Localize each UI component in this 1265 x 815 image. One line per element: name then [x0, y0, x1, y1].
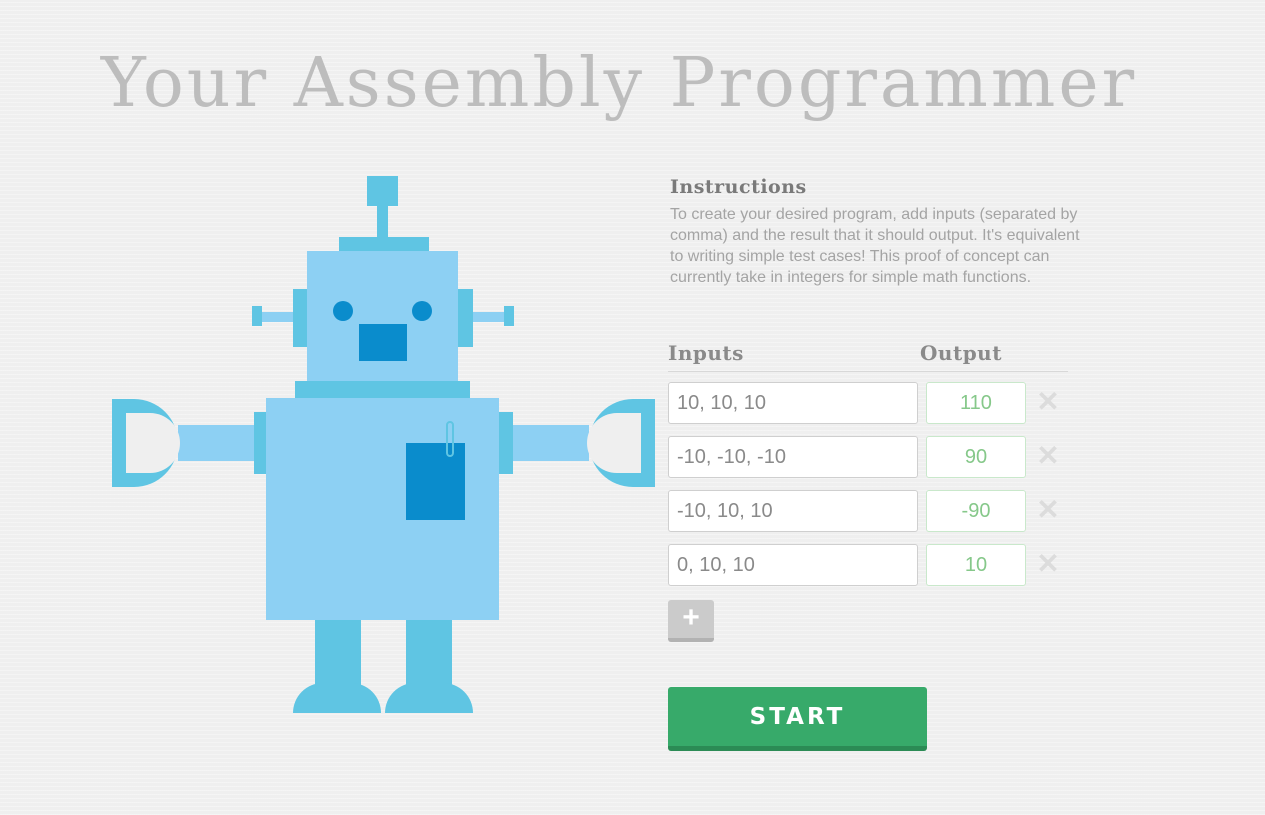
robot-ear-right-tip [504, 306, 514, 326]
output-column-header: Output [920, 341, 1002, 365]
robot-pocket [406, 443, 465, 520]
test-case-list: ✕ ✕ ✕ ✕ [668, 382, 1088, 598]
robot-illustration [0, 0, 655, 815]
output-field[interactable] [926, 436, 1026, 478]
robot-arm-right [511, 425, 589, 461]
input-field[interactable] [668, 382, 918, 424]
output-field[interactable] [926, 490, 1026, 532]
close-icon[interactable]: ✕ [1034, 550, 1062, 578]
robot-antenna-tip [367, 176, 398, 206]
test-case-row: ✕ [668, 382, 1088, 436]
test-case-row: ✕ [668, 436, 1088, 490]
input-field[interactable] [668, 544, 918, 586]
close-icon[interactable]: ✕ [1034, 442, 1062, 470]
robot-ear-right-rod [471, 312, 507, 322]
program-builder-panel: Instructions To create your desired prog… [668, 176, 1080, 751]
add-row-button[interactable]: + [668, 600, 714, 642]
input-field[interactable] [668, 436, 918, 478]
pen-icon [446, 421, 454, 457]
robot-arm-left [178, 425, 256, 461]
test-case-row: ✕ [668, 490, 1088, 544]
output-field[interactable] [926, 382, 1026, 424]
robot-ear-left-rod [258, 312, 294, 322]
robot-foot-right [385, 683, 473, 713]
robot-hand-right-gap [587, 413, 641, 473]
instructions-text: To create your desired program, add inpu… [670, 206, 1080, 286]
start-button[interactable]: START [668, 687, 927, 751]
close-icon[interactable]: ✕ [1034, 496, 1062, 524]
robot-eye-left [333, 301, 353, 321]
robot-ear-left [293, 289, 308, 347]
test-case-row: ✕ [668, 544, 1088, 598]
robot-neck [295, 381, 470, 399]
robot-leg-right [406, 620, 452, 685]
robot-eye-right [412, 301, 432, 321]
inputs-column-header: Inputs [668, 341, 744, 365]
close-icon[interactable]: ✕ [1034, 388, 1062, 416]
plus-icon: + [682, 601, 700, 634]
robot-shoulder-right [499, 412, 513, 474]
robot-ear-right [458, 289, 473, 347]
input-field[interactable] [668, 490, 918, 532]
instructions-heading: Instructions [670, 176, 807, 198]
output-field[interactable] [926, 544, 1026, 586]
robot-ear-left-tip [252, 306, 262, 326]
robot-antenna-stem [377, 206, 388, 238]
robot-leg-left [315, 620, 361, 685]
robot-antenna-base [339, 237, 429, 251]
table-header: Inputs Output [668, 339, 1068, 372]
robot-foot-left [293, 683, 381, 713]
robot-mouth [359, 324, 407, 361]
robot-head [307, 251, 458, 382]
